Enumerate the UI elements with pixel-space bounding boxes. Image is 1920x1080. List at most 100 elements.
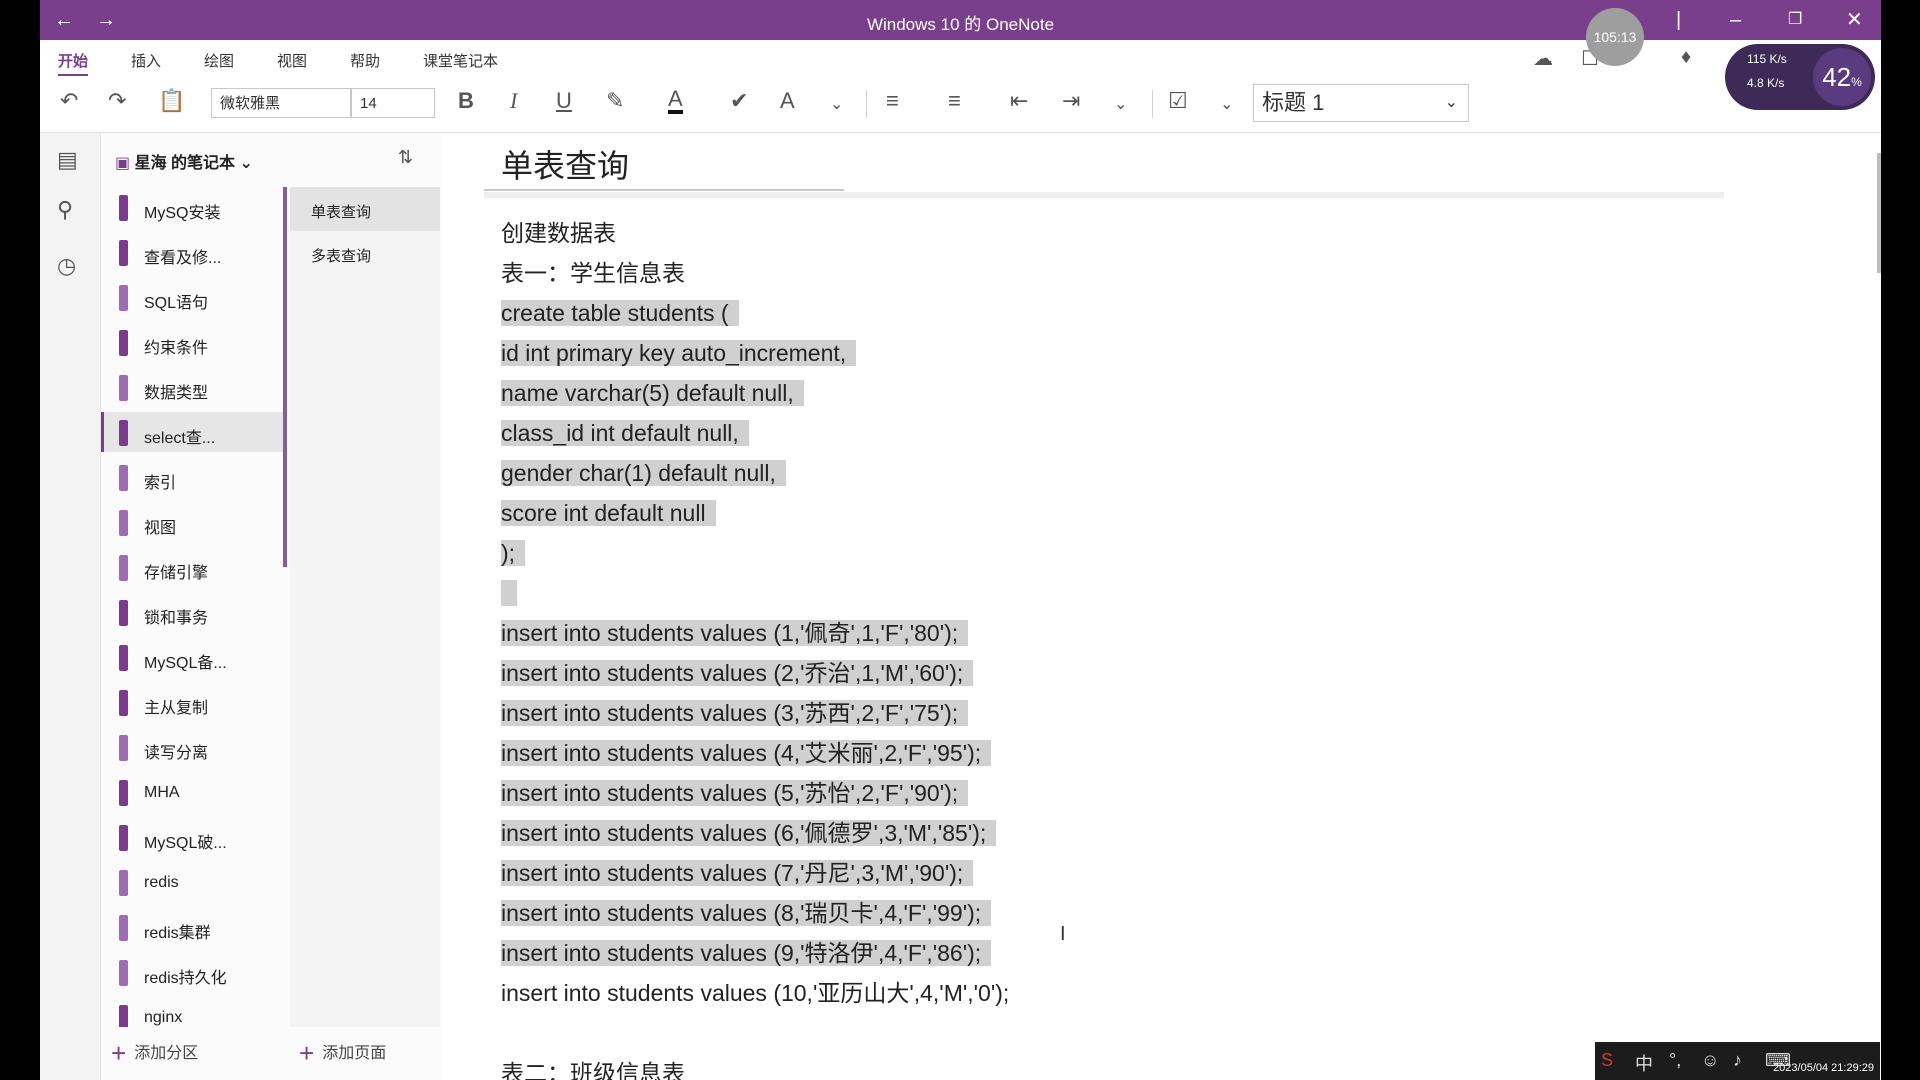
section-item[interactable]: 索引 [101,457,283,497]
note-line-text: 创建数据表 [501,220,616,246]
note-line-text: insert into students values (7,'丹尼',3,'M… [501,860,974,886]
numbered-list-icon[interactable]: ≡ [948,88,961,114]
section-item[interactable]: SQL语句 [101,277,283,317]
chevron-down-icon[interactable]: ⌄ [830,94,843,114]
tab-draw[interactable]: 绘图 [204,50,234,71]
section-tab-icon [119,285,128,311]
section-item[interactable]: 约束条件 [101,322,283,362]
sort-icon[interactable]: ⇅ [398,147,413,168]
undo-icon[interactable]: ↶ [60,88,78,114]
minimize-icon[interactable]: – [1730,6,1741,34]
notebook-picker[interactable]: ▣ 星海 的笔记本 ⌄ [115,149,253,173]
font-name-field[interactable]: 微软雅黑 [211,88,351,118]
section-label: 主从复制 [144,700,209,717]
input-method-icon[interactable]: S [1601,1050,1613,1071]
section-item[interactable]: redis集群 [101,907,283,947]
section-item[interactable]: 主从复制 [101,682,283,722]
bell-icon[interactable]: ♦ [1681,46,1691,69]
italic-icon[interactable]: I [510,88,517,114]
note-line[interactable]: insert into students values (9,'特洛伊',4,'… [501,933,992,973]
note-line[interactable]: name varchar(5) default null, [501,373,804,413]
bold-icon[interactable]: B [458,88,474,114]
note-line[interactable]: insert into students values (2,'乔治',1,'M… [501,653,974,693]
text-cursor-icon: I [1060,923,1066,945]
page-item[interactable]: 单表查询 [290,187,440,231]
note-line[interactable]: insert into students values (3,'苏西',2,'F… [501,693,969,733]
search-icon[interactable]: ⚲ [57,197,73,223]
chevron-down-icon[interactable]: ⌄ [1114,94,1127,114]
underline-icon[interactable]: U [556,88,572,114]
tab-insert[interactable]: 插入 [131,50,161,71]
text-effects-icon[interactable]: A [780,88,795,114]
chevron-down-icon[interactable]: ⌄ [1220,94,1233,114]
page-list: 单表查询 多表查询 [290,187,440,1027]
section-item[interactable]: redis [101,862,283,902]
page-item[interactable]: 多表查询 [290,231,440,275]
style-dropdown[interactable]: 标题 1 ⌄ [1253,84,1469,122]
note-line[interactable]: insert into students values (10,'亚历山大',4… [501,973,1009,1013]
mic-icon[interactable]: ♪ [1733,1050,1742,1071]
note-line[interactable]: gender char(1) default null, [501,453,786,493]
tab-home[interactable]: 开始 [58,50,89,77]
note-line[interactable]: create table students ( [501,293,739,333]
note-line[interactable]: id int primary key auto_increment, [501,333,857,373]
section-item[interactable]: MHA [101,772,283,812]
tab-view[interactable]: 视图 [277,50,307,71]
section-item[interactable]: MySQL备... [101,637,283,677]
tab-help[interactable]: 帮助 [350,50,380,71]
note-line[interactable]: 表一：学生信息表 [501,253,685,293]
note-line[interactable]: insert into students values (8,'瑞贝卡',4,'… [501,893,992,933]
note-line-text: 表一：学生信息表 [501,260,685,286]
outdent-icon[interactable]: ⇤ [1010,88,1028,114]
note-line[interactable]: insert into students values (1,'佩奇',1,'F… [501,613,969,653]
section-item[interactable]: 视图 [101,502,283,542]
section-item[interactable]: select查... [101,412,283,452]
clear-format-icon[interactable]: ✔ [730,88,748,114]
notebooks-icon[interactable]: ▤ [57,147,78,173]
note-line[interactable] [501,1013,507,1053]
note-line[interactable]: insert into students values (5,'苏怡',2,'F… [501,773,969,813]
recent-icon[interactable]: ◷ [57,253,76,279]
sync-icon[interactable]: ☁ [1533,46,1553,71]
note-line[interactable]: insert into students values (6,'佩德罗',3,'… [501,813,997,853]
note-line[interactable]: 表二：班级信息表 [501,1053,685,1080]
note-line[interactable] [501,573,518,613]
close-icon[interactable]: ✕ [1846,6,1863,34]
redo-icon[interactable]: ↷ [108,88,126,114]
section-scrollbar[interactable] [283,187,287,567]
font-size-field[interactable]: 14 [351,88,435,118]
indent-icon[interactable]: ⇥ [1062,88,1080,114]
bullet-list-icon[interactable]: ≡ [886,88,899,114]
section-item[interactable]: 查看及修... [101,232,283,272]
page-scrollbar[interactable] [1877,153,1881,273]
todo-checkbox-icon[interactable]: ☑ [1168,88,1188,114]
punctuation-icon[interactable]: °, [1669,1050,1681,1071]
emoji-icon[interactable]: ☺ [1701,1050,1719,1071]
font-color-icon[interactable]: A [668,88,683,114]
page-title[interactable]: 单表查询 [501,141,629,187]
note-line[interactable]: score int default null [501,493,716,533]
section-tab-icon [119,195,128,221]
section-item[interactable]: nginx [101,997,283,1027]
language-icon[interactable]: 中 [1635,1050,1653,1076]
section-item[interactable]: 读写分离 [101,727,283,767]
section-item[interactable]: 数据类型 [101,367,283,407]
note-line[interactable]: insert into students values (4,'艾米丽',2,'… [501,733,992,773]
page-canvas[interactable]: 单表查询 创建数据表表一：学生信息表 create table students … [442,133,1881,1080]
note-line[interactable]: 创建数据表 [501,213,616,253]
add-page-button[interactable]: + 添加页面 [299,1038,386,1069]
tab-class-notebook[interactable]: 课堂笔记本 [423,50,498,71]
section-item[interactable]: 锁和事务 [101,592,283,632]
add-section-button[interactable]: + 添加分区 [111,1038,198,1069]
section-item[interactable]: MySQL破... [101,817,283,857]
note-line[interactable]: ); [501,533,526,573]
note-container-handle[interactable] [484,192,1724,198]
section-item[interactable]: 存储引擎 [101,547,283,587]
highlight-icon[interactable]: ✎ [606,88,624,114]
note-line[interactable]: class_id int default null, [501,413,749,453]
note-line[interactable]: insert into students values (7,'丹尼',3,'M… [501,853,974,893]
clipboard-icon[interactable]: 📋 [158,88,185,114]
restore-icon[interactable]: ❐ [1788,6,1802,34]
section-item[interactable]: redis持久化 [101,952,283,992]
section-item[interactable]: MySQ安装 [101,187,283,227]
